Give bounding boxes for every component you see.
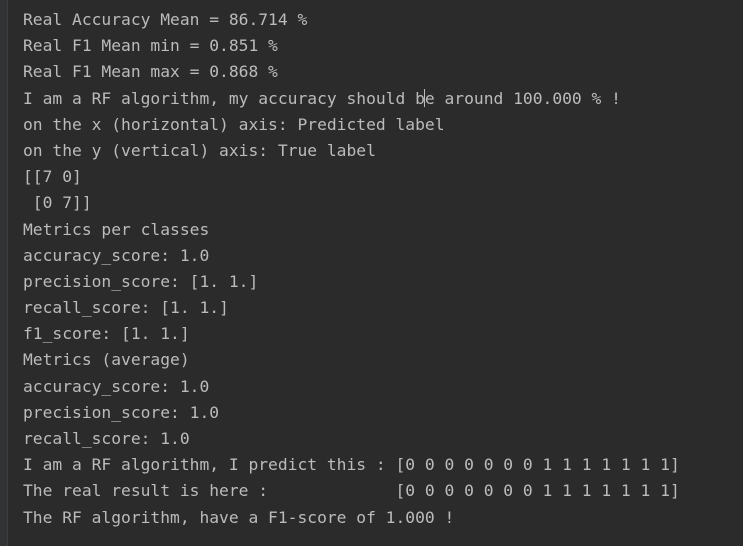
console-line-metrics-per-class-heading: Metrics per classes [23, 219, 210, 239]
console-output-panel[interactable]: Real Accuracy Mean = 86.714 % Real F1 Me… [0, 0, 743, 546]
console-line-avg-precision: precision_score: 1.0 [23, 402, 220, 422]
console-line-class-precision: precision_score: [1. 1.] [23, 271, 259, 291]
caret-line-text-after: e around 100.000 % ! [424, 88, 621, 108]
caret-line-text-before: I am a RF algorithm, my accuracy should … [23, 88, 425, 108]
console-line-y-axis: on the y (vertical) axis: True label [23, 140, 376, 160]
console-gutter [0, 0, 8, 546]
console-line-class-recall: recall_score: [1. 1.] [23, 298, 229, 318]
console-line-class-f1: f1_score: [1. 1.] [23, 324, 190, 344]
console-line-class-accuracy: accuracy_score: 1.0 [23, 245, 210, 265]
console-line-real-result: The real result is here : [0 0 0 0 0 0 0… [23, 481, 680, 501]
console-text-area[interactable]: Real Accuracy Mean = 86.714 % Real F1 Me… [23, 7, 743, 531]
console-line-accuracy-mean: Real Accuracy Mean = 86.714 % [23, 10, 308, 29]
console-line-f1-min: Real F1 Mean min = 0.851 % [23, 36, 278, 56]
console-line-f1-max: Real F1 Mean max = 0.868 % [23, 62, 278, 82]
console-line-avg-recall: recall_score: 1.0 [23, 429, 190, 448]
console-line-matrix-row-2: [0 7]] [23, 193, 92, 213]
console-line-metrics-average-heading: Metrics (average) [23, 350, 190, 370]
console-line-prediction: I am a RF algorithm, I predict this : [0… [23, 455, 680, 475]
console-line-x-axis: on the x (horizontal) axis: Predicted la… [23, 114, 445, 134]
console-line-expected-accuracy: I am a RF algorithm, my accuracy should … [23, 86, 743, 112]
console-line-f1-score: The RF algorithm, have a F1-score of 1.0… [23, 507, 455, 527]
console-line-avg-accuracy: accuracy_score: 1.0 [23, 376, 210, 396]
console-line-matrix-row-1: [[7 0] [23, 167, 82, 187]
